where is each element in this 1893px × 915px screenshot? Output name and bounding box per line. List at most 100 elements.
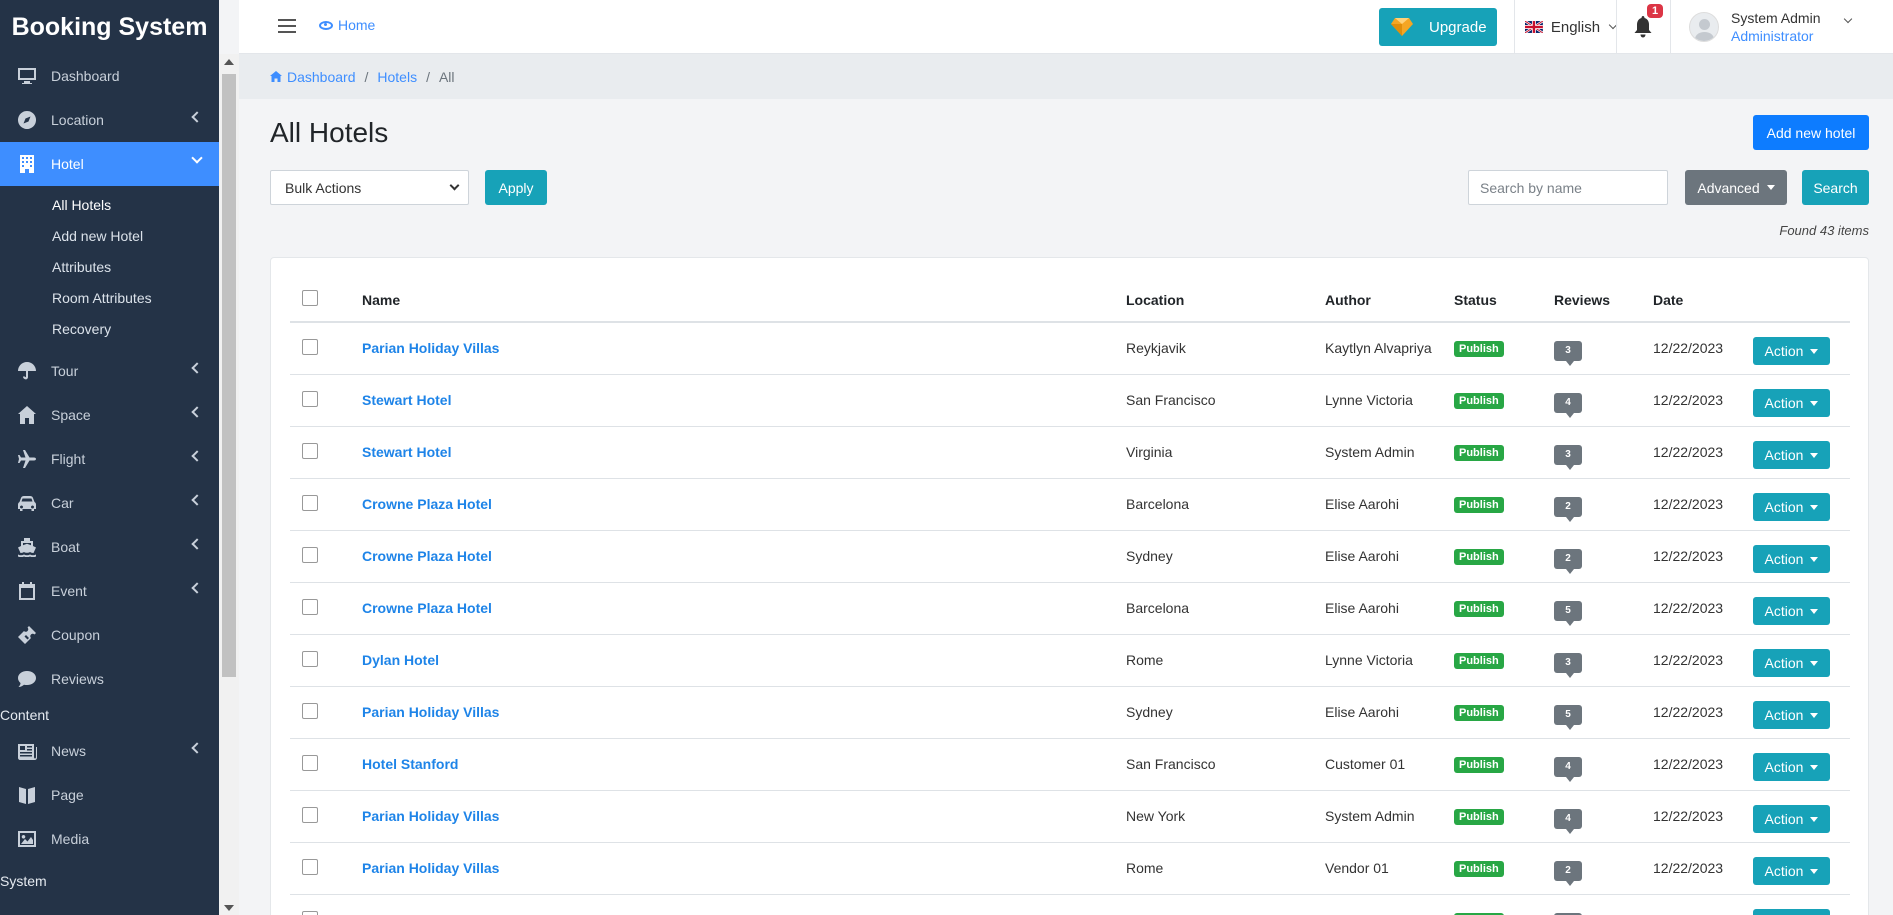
breadcrumb-hotels[interactable]: Hotels — [377, 69, 417, 85]
action-dropdown-button[interactable]: Action — [1753, 857, 1830, 885]
bell-icon — [1634, 16, 1652, 38]
action-cell: Action — [1753, 426, 1850, 479]
hotel-name-link[interactable]: Stewart Hotel — [362, 392, 451, 408]
action-dropdown-button[interactable]: Action — [1753, 909, 1830, 915]
breadcrumb-dashboard[interactable]: Dashboard — [287, 69, 356, 85]
hotel-name-link[interactable]: Parian Holiday Villas — [362, 340, 499, 356]
col-location[interactable]: Location — [1126, 278, 1325, 323]
row-checkbox[interactable] — [302, 754, 318, 771]
row-checkbox[interactable] — [302, 390, 318, 407]
row-checkbox[interactable] — [302, 546, 318, 563]
action-dropdown-button[interactable]: Action — [1753, 493, 1830, 521]
action-dropdown-button[interactable]: Action — [1753, 597, 1830, 625]
row-checkbox[interactable] — [302, 494, 318, 511]
row-select-cell — [290, 426, 362, 479]
action-dropdown-button[interactable]: Action — [1753, 701, 1830, 729]
submenu-item-attributes[interactable]: Attributes — [52, 252, 219, 283]
action-dropdown-button[interactable]: Action — [1753, 441, 1830, 469]
location-cell: San Francisco — [1126, 374, 1325, 427]
sidebar-item-tour[interactable]: Tour — [0, 349, 219, 393]
caret-down-icon — [1810, 712, 1819, 718]
sidebar-item-flight[interactable]: Flight — [0, 437, 219, 481]
search-button[interactable]: Search — [1802, 170, 1869, 205]
hotel-name-link[interactable]: Crowne Plaza Hotel — [362, 496, 492, 512]
sidebar-item-hotel[interactable]: Hotel — [0, 142, 219, 186]
col-status[interactable]: Status — [1454, 278, 1554, 323]
submenu-item-all-hotels[interactable]: All Hotels — [52, 190, 219, 221]
submenu-item-add-new-hotel[interactable]: Add new Hotel — [52, 221, 219, 252]
apply-button[interactable]: Apply — [485, 170, 547, 205]
row-checkbox[interactable] — [302, 598, 318, 615]
hotel-name-link[interactable]: Parian Holiday Villas — [362, 808, 499, 824]
scrollbar-thumb[interactable] — [222, 74, 236, 677]
sidebar-item-coupon[interactable]: Coupon — [0, 613, 219, 657]
row-checkbox[interactable] — [302, 858, 318, 875]
sidebar-item-media[interactable]: Media — [0, 817, 219, 861]
row-checkbox[interactable] — [302, 650, 318, 667]
col-reviews[interactable]: Reviews — [1554, 278, 1653, 323]
caret-down-icon — [1810, 348, 1819, 354]
hotel-name-link[interactable]: Hotel Stanford — [362, 756, 458, 772]
hotel-submenu: All Hotels Add new Hotel Attributes Room At… — [0, 186, 219, 349]
sidebar-item-label: Space — [51, 407, 91, 423]
status-badge: Publish — [1454, 757, 1504, 773]
action-dropdown-button[interactable]: Action — [1753, 545, 1830, 573]
sidebar-item-location[interactable]: Location — [0, 98, 219, 142]
action-dropdown-button[interactable]: Action — [1753, 337, 1830, 366]
brand-logo[interactable]: Booking System — [0, 0, 219, 54]
action-cell: Action — [1753, 790, 1850, 843]
col-name[interactable]: Name — [362, 278, 1126, 323]
row-select-cell — [290, 686, 362, 739]
hotel-name-link[interactable]: Crowne Plaza Hotel — [362, 548, 492, 564]
status-badge: Publish — [1454, 445, 1504, 461]
sidebar-item-dashboard[interactable]: Dashboard — [0, 54, 219, 98]
action-dropdown-button[interactable]: Action — [1753, 389, 1830, 417]
submenu-item-room-attributes[interactable]: Room Attributes — [52, 283, 219, 314]
author-cell: Customer 01 — [1325, 738, 1454, 791]
sidebar-item-reviews[interactable]: Reviews — [0, 657, 219, 701]
language-dropdown[interactable]: English — [1514, 0, 1618, 54]
row-checkbox[interactable] — [302, 702, 318, 719]
date-cell: 12/22/2023 — [1653, 374, 1753, 427]
reviews-count-badge: 4 — [1554, 809, 1582, 834]
user-menu[interactable]: System Admin Administrator — [1689, 0, 1889, 54]
home-link[interactable]: Home — [319, 17, 375, 33]
col-author[interactable]: Author — [1325, 278, 1454, 323]
scroll-up-arrow[interactable] — [224, 59, 234, 65]
reviews-cell: 2 — [1554, 530, 1653, 583]
sidebar-item-space[interactable]: Space — [0, 393, 219, 437]
row-checkbox[interactable] — [302, 338, 318, 355]
sidebar-item-news[interactable]: News — [0, 729, 219, 773]
hotel-name-link[interactable]: Dylan Hotel — [362, 652, 439, 668]
hotel-name-link[interactable]: Parian Holiday Villas — [362, 860, 499, 876]
action-dropdown-button[interactable]: Action — [1753, 805, 1830, 833]
notifications-button[interactable]: 1 — [1616, 0, 1671, 54]
advanced-button[interactable]: Advanced — [1685, 170, 1787, 205]
search-input[interactable]: Search by name — [1468, 170, 1668, 205]
upgrade-button[interactable]: Upgrade — [1379, 8, 1497, 46]
sidebar-item-page[interactable]: Page — [0, 773, 219, 817]
row-checkbox[interactable] — [302, 442, 318, 459]
select-all-checkbox[interactable] — [302, 290, 318, 306]
table-row: Crowne Plaza Hotel Sydney Elise Aarohi Publ… — [290, 530, 1850, 583]
hotel-name-link[interactable]: Crowne Plaza Hotel — [362, 600, 492, 616]
action-dropdown-button[interactable]: Action — [1753, 753, 1830, 781]
submenu-item-recovery[interactable]: Recovery — [52, 314, 219, 345]
hotel-name-link[interactable]: Stewart Hotel — [362, 444, 451, 460]
col-date[interactable]: Date — [1653, 278, 1753, 323]
scroll-down-arrow[interactable] — [224, 905, 234, 911]
sidebar-item-car[interactable]: Car — [0, 481, 219, 525]
status-cell: Publish — [1454, 686, 1554, 739]
menu-toggle-icon[interactable] — [278, 19, 296, 33]
row-checkbox[interactable] — [302, 910, 318, 915]
sidebar-item-boat[interactable]: Boat — [0, 525, 219, 569]
bulk-actions-select[interactable]: Bulk Actions — [270, 170, 469, 205]
sidebar-item-event[interactable]: Event — [0, 569, 219, 613]
action-dropdown-button[interactable]: Action — [1753, 649, 1830, 677]
hotel-name-link[interactable]: Parian Holiday Villas — [362, 704, 499, 720]
newspaper-icon — [16, 740, 38, 762]
location-cell: Virginia — [1126, 426, 1325, 479]
row-checkbox[interactable] — [302, 806, 318, 823]
add-new-hotel-button[interactable]: Add new hotel — [1753, 115, 1869, 150]
sidebar-scrollbar[interactable] — [219, 54, 239, 915]
